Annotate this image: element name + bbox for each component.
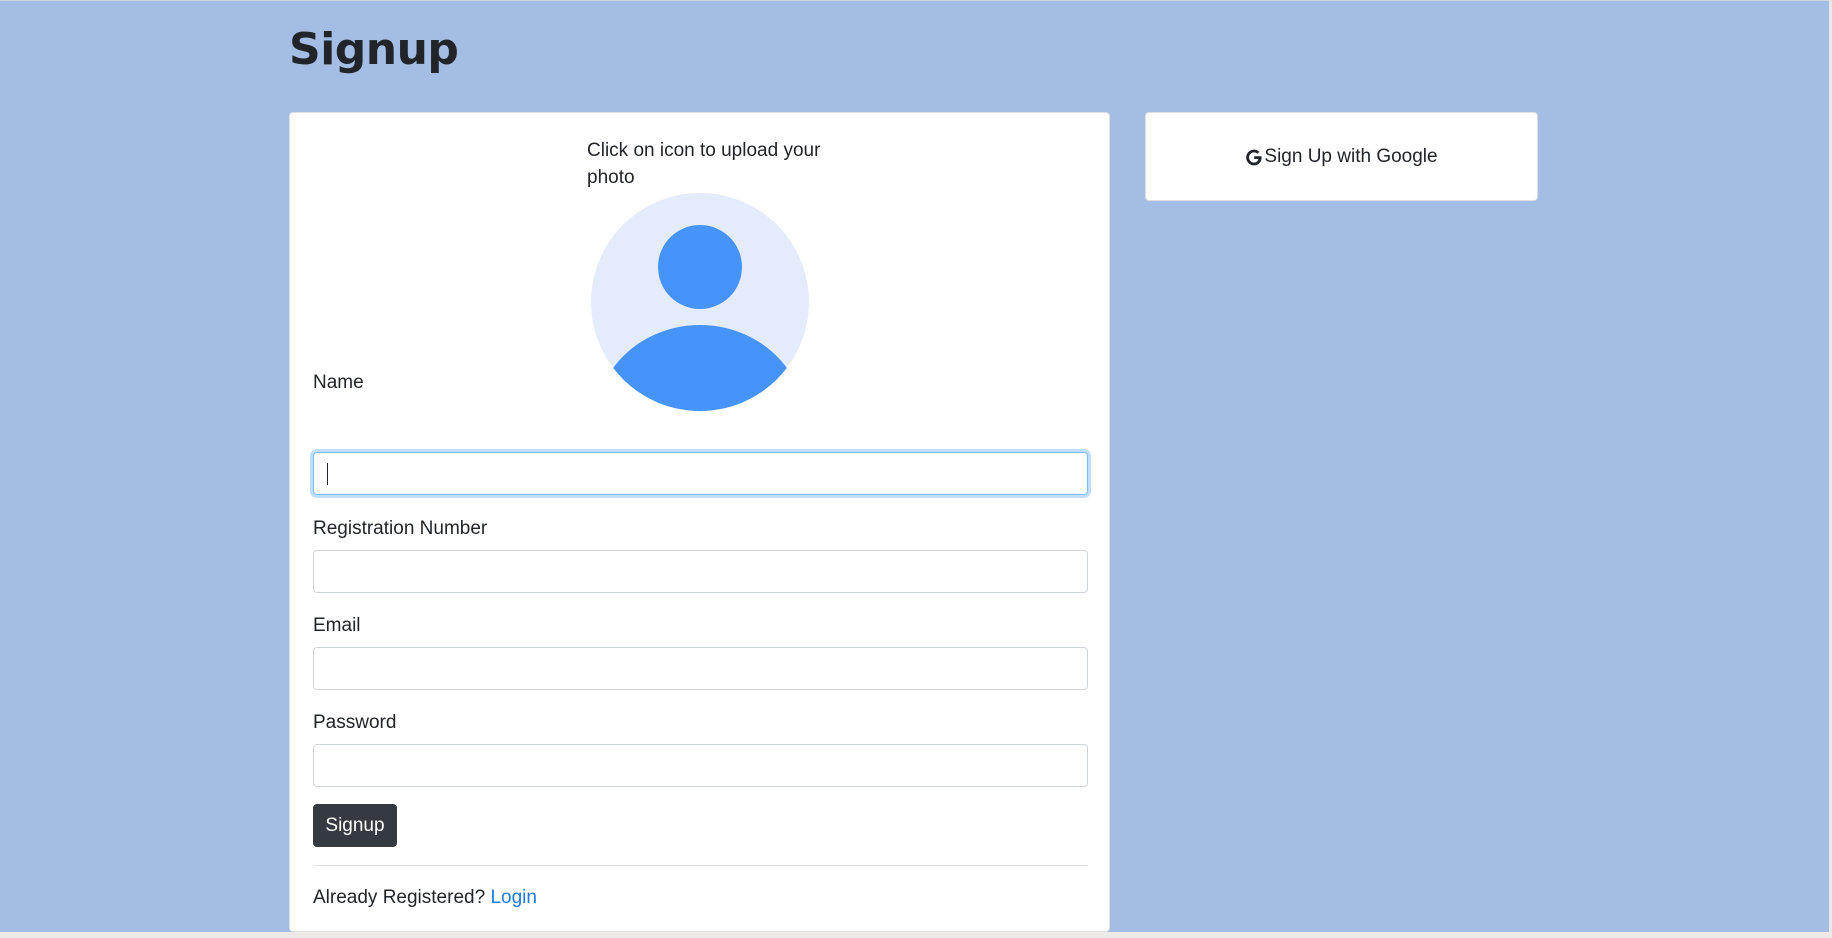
avatar-upload-button[interactable] [591,193,809,411]
google-signup-label: Sign Up with Google [1264,145,1438,167]
avatar-placeholder-icon [591,193,809,411]
signup-button[interactable]: Signup [313,804,397,847]
password-input[interactable] [313,744,1088,787]
login-link[interactable]: Login [490,887,537,908]
google-g-icon [1245,148,1263,167]
name-input[interactable] [313,452,1088,495]
already-registered-text: Already Registered? [313,887,486,908]
divider [313,865,1088,866]
google-signup-button[interactable]: Sign Up with Google [1145,112,1538,201]
signup-card: Click on icon to upload your photo Name … [289,112,1110,932]
password-label: Password [313,712,397,733]
login-prompt: Already Registered? Login [313,887,537,909]
registration-number-input[interactable] [313,550,1088,593]
text-caret [327,463,328,485]
email-input[interactable] [313,647,1088,690]
page-title: Signup [289,24,459,75]
email-label: Email [313,615,361,636]
upload-hint: Click on icon to upload your photo [587,140,821,188]
name-label: Name [313,372,364,393]
registration-number-label: Registration Number [313,518,488,539]
